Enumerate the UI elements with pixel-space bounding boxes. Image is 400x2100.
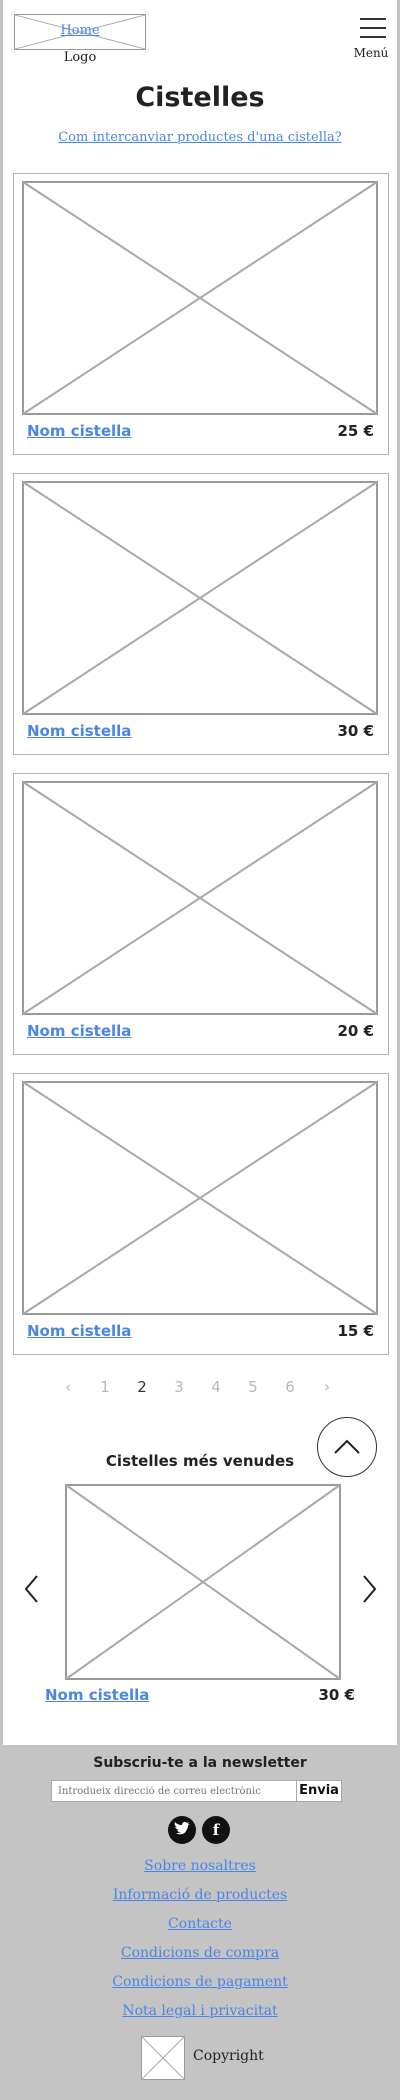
footer-link-contact[interactable]: Contacte [0, 1916, 400, 1945]
image-placeholder-icon [22, 781, 378, 1015]
product-price: 20 € [337, 1022, 374, 1040]
product-card[interactable]: Nom cistella 20 € [13, 773, 389, 1055]
menu-label: Menú [353, 46, 389, 60]
twitter-icon[interactable] [168, 1816, 196, 1844]
page-link-current[interactable]: 2 [129, 1378, 155, 1396]
footer-links: Sobre nosaltres Informació de productes … [0, 1858, 400, 2032]
page-link[interactable]: 6 [277, 1378, 303, 1396]
prev-page-button[interactable]: ‹ [55, 1378, 81, 1396]
product-price: 30 € [337, 722, 374, 740]
image-placeholder-icon [22, 481, 378, 715]
newsletter-title: Subscriu-te a la newsletter [93, 1755, 307, 1771]
copyright-text: Copyright [193, 2048, 264, 2064]
hamburger-icon-bar [360, 27, 386, 29]
page-link[interactable]: 1 [92, 1378, 118, 1396]
next-page-button[interactable]: › [314, 1378, 340, 1396]
newsletter-email-input[interactable] [51, 1780, 297, 1802]
hamburger-icon [360, 18, 386, 20]
carousel-next-icon[interactable] [360, 1574, 378, 1604]
logo[interactable]: Home [14, 14, 146, 50]
swap-products-link[interactable]: Com intercanviar productes d'una cistell… [3, 130, 397, 145]
product-card[interactable]: Nom cistella 25 € [13, 173, 389, 455]
page-title: Cistelles [135, 82, 265, 113]
product-price: 25 € [337, 422, 374, 440]
best-seller-name-link[interactable]: Nom cistella [45, 1686, 149, 1704]
twitter-bird-glyph [174, 1821, 190, 1835]
best-sellers-title: Cistelles més venudes [105, 1452, 295, 1470]
product-name-link[interactable]: Nom cistella [27, 1322, 131, 1340]
home-link[interactable]: Home [15, 23, 145, 38]
product-price: 15 € [337, 1322, 374, 1340]
menu-button[interactable]: Menú [351, 16, 391, 64]
page-body: Home Logo Menú Cistelles Com intercanvia… [3, 0, 397, 1745]
footer-link-legal-privacy[interactable]: Nota legal i privacitat [0, 2003, 400, 2032]
image-placeholder-icon[interactable] [65, 1484, 341, 1680]
product-card[interactable]: Nom cistella 15 € [13, 1073, 389, 1355]
page-link[interactable]: 4 [203, 1378, 229, 1396]
product-name-link[interactable]: Nom cistella [27, 722, 131, 740]
facebook-icon[interactable]: f [202, 1816, 230, 1844]
logo-caption: Logo [63, 50, 97, 65]
footer-logo-placeholder-icon [141, 2036, 185, 2080]
product-name-link[interactable]: Nom cistella [27, 422, 131, 440]
footer-link-payment-terms[interactable]: Condicions de pagament [0, 1974, 400, 2003]
page-link[interactable]: 5 [240, 1378, 266, 1396]
hamburger-icon-bar [360, 36, 386, 38]
product-name-link[interactable]: Nom cistella [27, 1022, 131, 1040]
best-seller-price: 30 € [318, 1686, 355, 1704]
carousel-prev-icon[interactable] [23, 1574, 41, 1604]
footer-link-purchase-terms[interactable]: Condicions de compra [0, 1945, 400, 1974]
product-card[interactable]: Nom cistella 30 € [13, 473, 389, 755]
footer-link-about[interactable]: Sobre nosaltres [0, 1858, 400, 1887]
image-placeholder-icon [22, 181, 378, 415]
image-placeholder-icon [22, 1081, 378, 1315]
footer-link-product-info[interactable]: Informació de productes [0, 1887, 400, 1916]
pagination: ‹ 1 2 3 4 5 6 › [55, 1378, 345, 1400]
newsletter-submit-button[interactable]: Envia [296, 1780, 342, 1802]
screen: Home Logo Menú Cistelles Com intercanvia… [0, 0, 400, 2100]
page-link[interactable]: 3 [166, 1378, 192, 1396]
